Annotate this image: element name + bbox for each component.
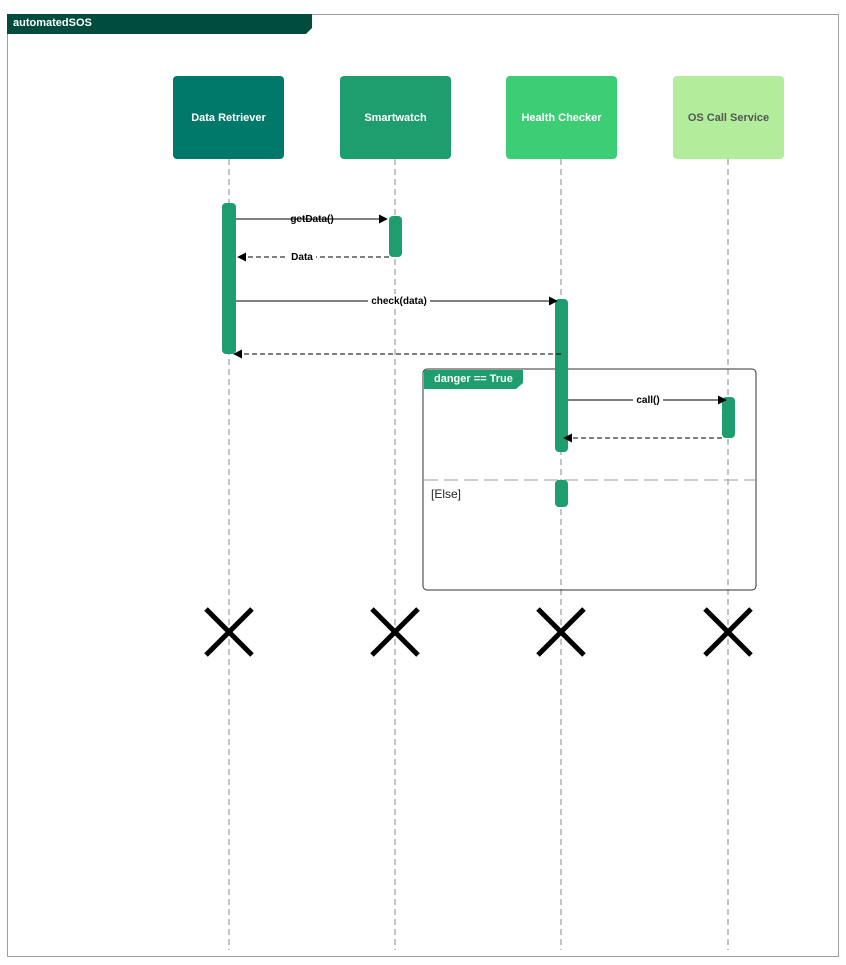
activation-health-checker-else xyxy=(555,480,568,507)
message-call-label: call() xyxy=(636,395,659,406)
destroy-mark-health-checker xyxy=(536,607,586,657)
destroy-mark-smartwatch xyxy=(370,607,420,657)
destroy-mark-os-call-service xyxy=(703,607,753,657)
message-getdata-label: getData() xyxy=(290,214,333,225)
destroy-mark-data-retriever xyxy=(204,607,254,657)
message-check-label: check(data) xyxy=(371,296,427,307)
activation-os-call-service xyxy=(722,397,735,438)
sequence-canvas: danger == True [Else] getData() Data che… xyxy=(204,159,757,950)
message-data-label: Data xyxy=(291,252,313,263)
activation-smartwatch xyxy=(389,216,402,257)
alt-condition-label: danger == True xyxy=(434,373,513,385)
activation-health-checker xyxy=(555,299,568,452)
activation-data-retriever xyxy=(222,203,236,354)
alt-else-label: [Else] xyxy=(431,487,461,501)
